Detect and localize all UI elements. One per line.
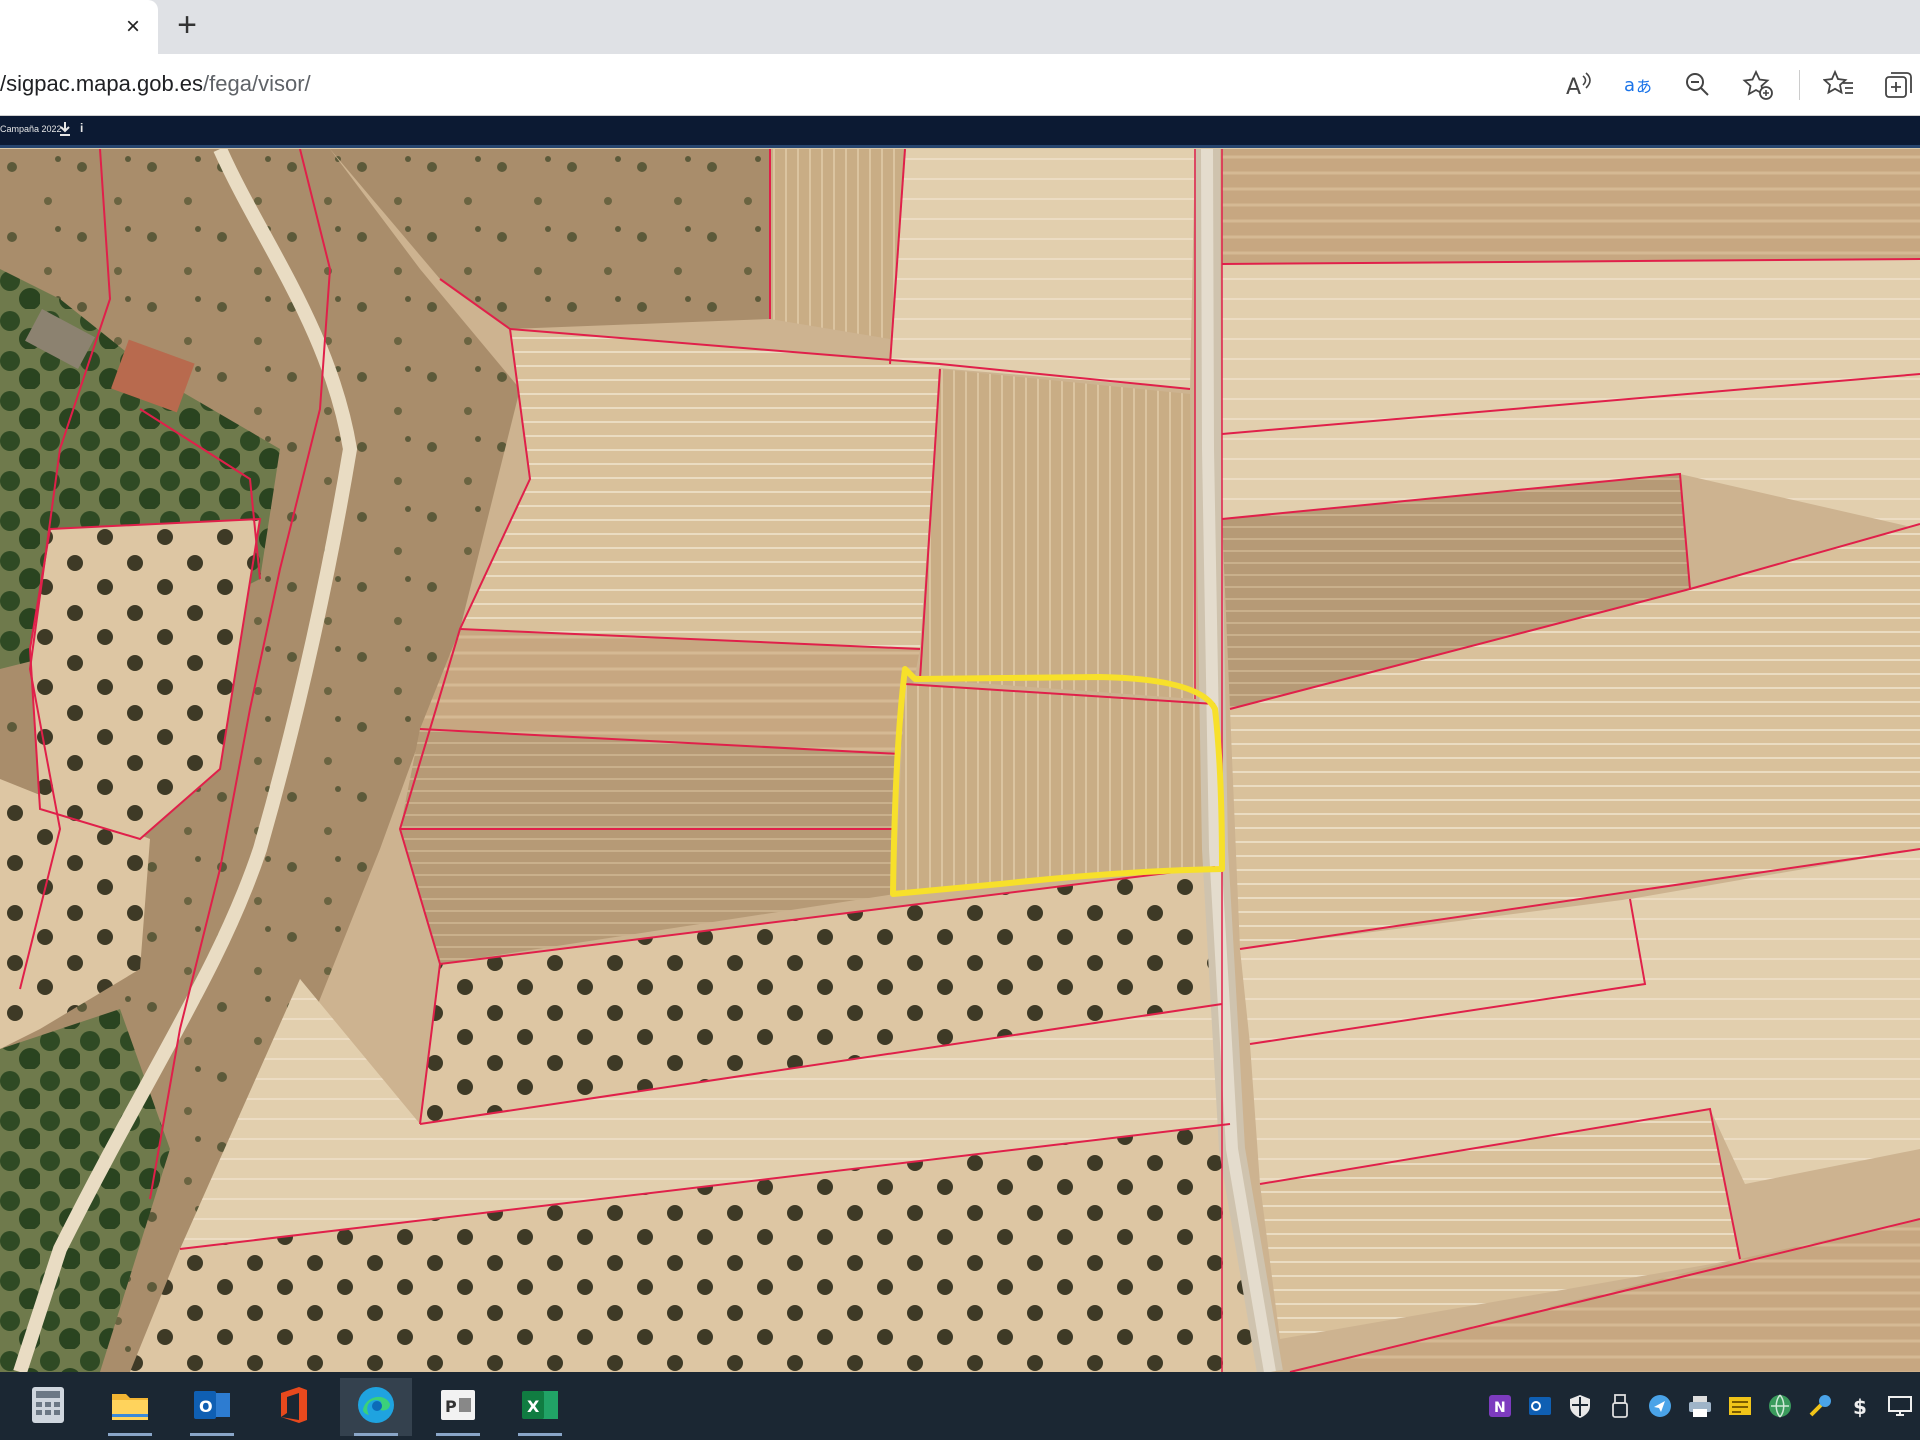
browser-tab[interactable]: × [0,0,158,54]
taskbar-excel[interactable]: X [504,1378,576,1436]
url-host: sigpac.mapa.gob.es [6,71,204,96]
taskbar-outlook[interactable]: O [176,1378,248,1436]
url-field[interactable]: /sigpac.mapa.gob.es/fega/visor/ [0,64,311,104]
url-path: /fega/visor/ [203,71,311,96]
folder-icon [110,1388,150,1427]
app-tray-icon[interactable] [1726,1392,1754,1420]
svg-text:a: a [1624,75,1635,96]
excel-icon: X [520,1387,560,1428]
collections-icon[interactable] [1878,64,1920,106]
edge-icon [355,1384,397,1431]
new-tab-button[interactable]: + [170,8,204,44]
office-icon [277,1385,311,1430]
read-aloud-icon[interactable]: A [1557,64,1599,106]
usb-icon[interactable] [1606,1392,1634,1420]
taskbar-document-app[interactable]: P [422,1378,494,1436]
system-tray: N $ [1474,1372,1914,1440]
address-bar: /sigpac.mapa.gob.es/fega/visor/ A aあ [0,54,1920,116]
tools-icon[interactable] [1806,1392,1834,1420]
close-tab-icon[interactable]: × [118,12,148,42]
svg-text:$: $ [1853,1395,1867,1419]
favorites-icon[interactable] [1818,64,1860,106]
running-indicator [518,1433,562,1436]
svg-text:あ: あ [1636,77,1652,96]
taskbar: O P X N $ [0,1372,1920,1440]
taskbar-file-explorer[interactable] [94,1378,166,1436]
svg-text:A: A [1566,75,1581,100]
map-viewer[interactable] [0,149,1920,1372]
download-icon[interactable] [58,121,72,137]
outlook-icon: O [192,1387,232,1428]
display-icon[interactable] [1886,1392,1914,1420]
campaign-label[interactable]: Campaña 2022 [0,124,62,134]
translate-icon[interactable]: aあ [1617,64,1659,106]
toolbar-separator [1799,70,1800,100]
svg-text:X: X [527,1397,540,1416]
tab-bar: × + [0,0,1920,54]
running-indicator [436,1433,480,1436]
running-indicator [354,1433,398,1436]
address-toolbar: A aあ [1539,64,1920,106]
printer-icon[interactable] [1686,1392,1714,1420]
share-icon[interactable] [1646,1392,1674,1420]
zoom-out-icon[interactable] [1677,64,1719,106]
document-app-icon: P [439,1386,477,1429]
outlook-tray-icon[interactable] [1526,1392,1554,1420]
aerial-map[interactable] [0,149,1920,1372]
network-icon[interactable] [1766,1392,1794,1420]
taskbar-office[interactable] [258,1378,330,1436]
security-icon[interactable] [1566,1392,1594,1420]
add-favorite-icon[interactable] [1737,64,1779,106]
viewer-header: Campaña 2022 i [0,116,1920,148]
info-icon[interactable]: i [80,121,83,135]
dollar-icon[interactable]: $ [1846,1392,1874,1420]
taskbar-edge[interactable] [340,1378,412,1436]
running-indicator [190,1433,234,1436]
svg-text:N: N [1494,1400,1506,1416]
svg-text:O: O [199,1397,213,1416]
svg-text:P: P [445,1397,457,1416]
onenote-icon[interactable]: N [1486,1392,1514,1420]
running-indicator [108,1433,152,1436]
calculator-icon [30,1385,66,1430]
taskbar-calculator[interactable] [12,1378,84,1436]
